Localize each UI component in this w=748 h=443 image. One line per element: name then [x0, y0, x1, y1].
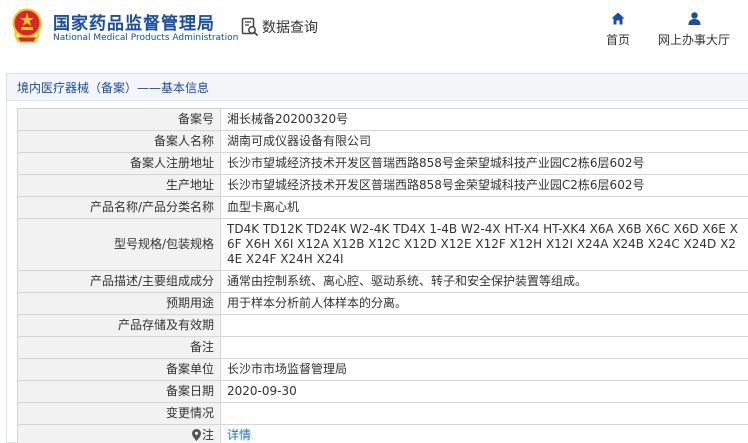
- storage-validity-value: [220, 314, 748, 337]
- table-row-record-number: 备案号 湘长械备20200320号: [17, 108, 748, 131]
- model-spec-label: 型号规格/包装规格: [17, 218, 221, 271]
- filer-name-value: 湖南可成仪器设备有限公司: [220, 130, 748, 153]
- product-name-label: 产品名称/产品分类名称: [17, 196, 221, 219]
- filing-date-label: 备案日期: [17, 380, 221, 403]
- filing-date-value: 2020-09-30: [220, 380, 748, 403]
- model-spec-value: TD4K TD12K TD24K W2-4K TD4X 1-4B W2-4X H…: [220, 218, 748, 271]
- filer-name-label: 备案人名称: [17, 130, 221, 153]
- filing-authority-label: 备案单位: [17, 358, 221, 381]
- storage-validity-label: 产品存储及有效期: [17, 314, 221, 337]
- filing-authority-value: 长沙市市场监督管理局: [220, 358, 748, 381]
- product-description-label: 产品描述/主要组成成分: [17, 270, 221, 293]
- site-title: 国家药品监督管理局: [53, 14, 215, 34]
- table-row-change-history: 变更情况: [17, 402, 748, 425]
- breadcrumb: 境内医疗器械（备案）——基本信息: [7, 74, 748, 101]
- record-panel: 境内医疗器械（备案）——基本信息 备案号 湘长械备20200320号 备案人名称 湖南…: [6, 73, 748, 443]
- table-row-filer-address: 备案人注册地址 长沙市望城经济技术开发区普瑞西路858号金荣望城科技产业园C2栋6…: [17, 152, 748, 175]
- note-label-cell: 注: [17, 424, 221, 443]
- intended-use-label: 预期用途: [17, 292, 221, 315]
- table-row-model-spec: 型号规格/包装规格 TD4K TD12K TD24K W2-4K TD4X 1-4…: [17, 218, 748, 271]
- data-query-link[interactable]: 数据查询: [241, 16, 318, 38]
- table-row-product-name: 产品名称/产品分类名称 血型卡离心机: [17, 196, 748, 219]
- change-history-value: [220, 402, 748, 425]
- change-history-label: 变更情况: [17, 402, 221, 425]
- table-row-filing-authority: 备案单位 长沙市市场监督管理局: [17, 358, 748, 381]
- data-query-label: 数据查询: [262, 20, 318, 36]
- table-row-product-description: 产品描述/主要组成成分 通常由控制系统、离心腔、驱动系统、转子和安全保护装置等组成…: [17, 270, 748, 293]
- detail-link[interactable]: 详情: [227, 428, 251, 442]
- table-row-remarks: 备注: [17, 336, 748, 359]
- home-icon: [611, 12, 625, 25]
- nav-home-label: 首页: [605, 33, 630, 47]
- remarks-label: 备注: [17, 336, 221, 359]
- table-row-intended-use: 预期用途 用于样本分析前人体样本的分离。: [17, 292, 748, 315]
- record-number-label: 备案号: [17, 108, 221, 131]
- record-table: 备案号 湘长械备20200320号 备案人名称 湖南可成仪器设备有限公司 备案人注册地址…: [17, 108, 748, 443]
- product-description-value: 通常由控制系统、离心腔、驱动系统、转子和安全保护装置等组成。: [220, 270, 748, 293]
- production-address-value: 长沙市望城经济技术开发区普瑞西路858号金荣望城科技产业园C2栋6层602号: [220, 174, 748, 197]
- table-row-production-address: 生产地址 长沙市望城经济技术开发区普瑞西路858号金荣望城科技产业园C2栋6层60…: [17, 174, 748, 197]
- note-label: 注: [201, 428, 214, 442]
- record-number-value: 湘长械备20200320号: [220, 108, 748, 131]
- table-row-filing-date: 备案日期 2020-09-30: [17, 380, 748, 403]
- search-document-icon: [241, 17, 259, 37]
- filer-address-value: 长沙市望城经济技术开发区普瑞西路858号金荣望城科技产业园C2栋6层602号: [220, 152, 748, 175]
- breadcrumb-label: 境内医疗器械（备案）——基本信息: [17, 80, 210, 95]
- site-header: 国家药品监督管理局 National Medical Products Admi…: [0, 0, 748, 56]
- site-subtitle: National Medical Products Administration: [53, 33, 239, 43]
- user-icon: [688, 12, 700, 25]
- national-emblem-icon: [12, 8, 42, 43]
- nav-online-hall[interactable]: 网上办事大厅: [656, 12, 732, 48]
- intended-use-value: 用于样本分析前人体样本的分离。: [220, 292, 748, 315]
- product-name-value: 血型卡离心机: [220, 196, 748, 219]
- nav-home[interactable]: 首页: [604, 12, 632, 48]
- note-value-cell: 详情: [220, 424, 748, 443]
- table-row-note: 注详情: [17, 424, 748, 443]
- remarks-value: [220, 336, 748, 359]
- filer-address-label: 备案人注册地址: [17, 152, 221, 175]
- table-row-filer-name: 备案人名称 湖南可成仪器设备有限公司: [17, 130, 748, 153]
- table-row-storage-validity: 产品存储及有效期: [17, 314, 748, 337]
- production-address-label: 生产地址: [17, 174, 221, 197]
- location-pin-icon: [191, 429, 201, 441]
- nav-online-hall-label: 网上办事大厅: [657, 33, 730, 47]
